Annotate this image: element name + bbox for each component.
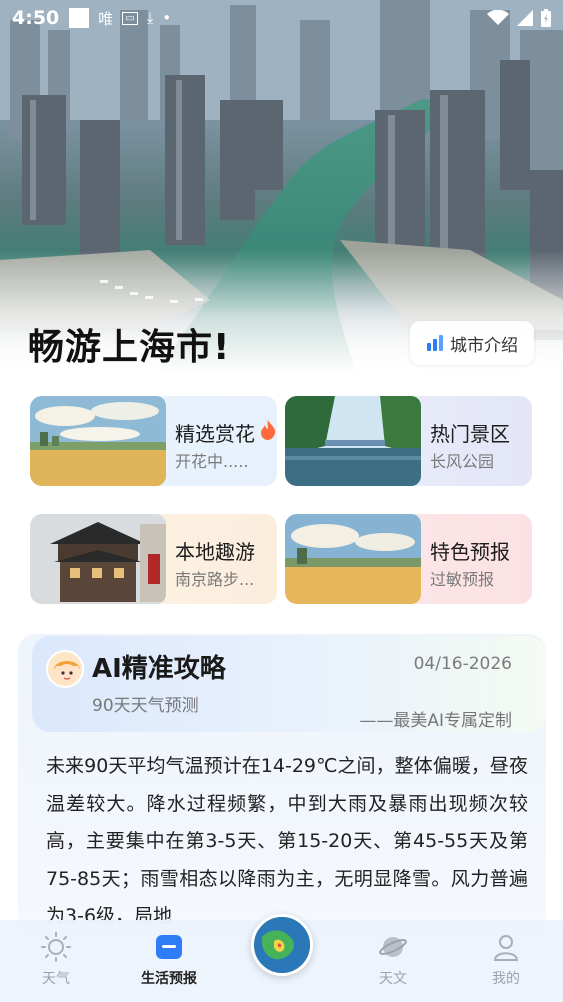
nav-item-astronomy[interactable]: 天文 [353,932,433,988]
nav-item-mine[interactable]: 我的 [466,932,546,988]
download-icon: ⤓ [146,9,154,27]
wifi-icon [487,10,509,25]
notification-square-icon [69,8,90,28]
card-subtitle: 开花中..... [175,452,249,471]
bar-chart-icon [427,335,443,351]
nav-label: 生活预报 [141,971,197,987]
card-popular-attractions[interactable]: 热门景区 长风公园 [285,396,532,486]
card-local-fun[interactable]: 本地趣游 南京路步... [30,514,277,604]
fire-icon [261,420,276,440]
nav-item-weather[interactable]: 天气 [16,932,96,988]
nav-item-life-forecast[interactable]: 生活预报 [129,932,209,988]
card-title: 特色预报 [430,540,510,564]
status-system-icons [487,9,551,27]
card-title: 本地趣游 [175,540,255,564]
city-intro-label: 城市介绍 [450,335,518,356]
temple-building-thumbnail [30,514,166,604]
hero-banner: 4:50 唯 ▭ ⤓ • 畅游上海市! 城市介绍 [0,0,563,372]
ai-card-body: 未来90天平均气温预计在14-29℃之间，整体偏暖，昼夜温差较大。降水过程频繁，… [46,755,528,927]
card-special-forecast[interactable]: 特色预报 过敏预报 [285,514,532,604]
ai-card-date: 04/16-2026 [413,654,512,674]
dot-icon: • [162,9,172,27]
battery-icon [541,9,551,27]
ai-avatar [46,650,84,688]
status-time: 4:50 [12,7,60,29]
card-flower-viewing[interactable]: 精选赏花 开花中..... [30,396,277,486]
radar-globe-button[interactable] [251,914,313,976]
field-painting-thumbnail [30,396,166,486]
ai-card-signature: ——最美AI专属定制 [359,711,512,731]
planet-icon [379,937,407,957]
list-icon [156,935,182,959]
ai-card-title: AI精准攻略 [92,654,226,684]
field-painting-thumbnail [285,514,421,604]
card-title: 精选赏花 [175,422,255,446]
signal-icon [517,10,533,26]
city-intro-button[interactable]: 城市介绍 [410,321,534,365]
app-badge-icon: ▭ [122,11,138,25]
nav-label: 天文 [379,971,407,987]
nav-label: 我的 [492,971,520,987]
card-subtitle: 长风公园 [430,452,495,471]
status-bar: 4:50 唯 ▭ ⤓ • [0,0,563,36]
sun-icon [41,932,71,962]
radar-globe-icon [254,917,310,973]
status-notification-icons: 唯 ▭ ⤓ • [69,8,171,29]
card-title: 热门景区 [430,422,510,446]
user-icon [493,935,519,961]
carrier-label: 唯 [98,9,114,28]
card-subtitle: 过敏预报 [430,570,495,589]
park-lake-thumbnail [285,396,421,486]
nav-label: 天气 [42,971,70,987]
card-subtitle: 南京路步... [175,570,255,589]
city-title: 畅游上海市! [28,327,231,368]
ai-card-subtitle: 90天天气预测 [92,696,199,716]
